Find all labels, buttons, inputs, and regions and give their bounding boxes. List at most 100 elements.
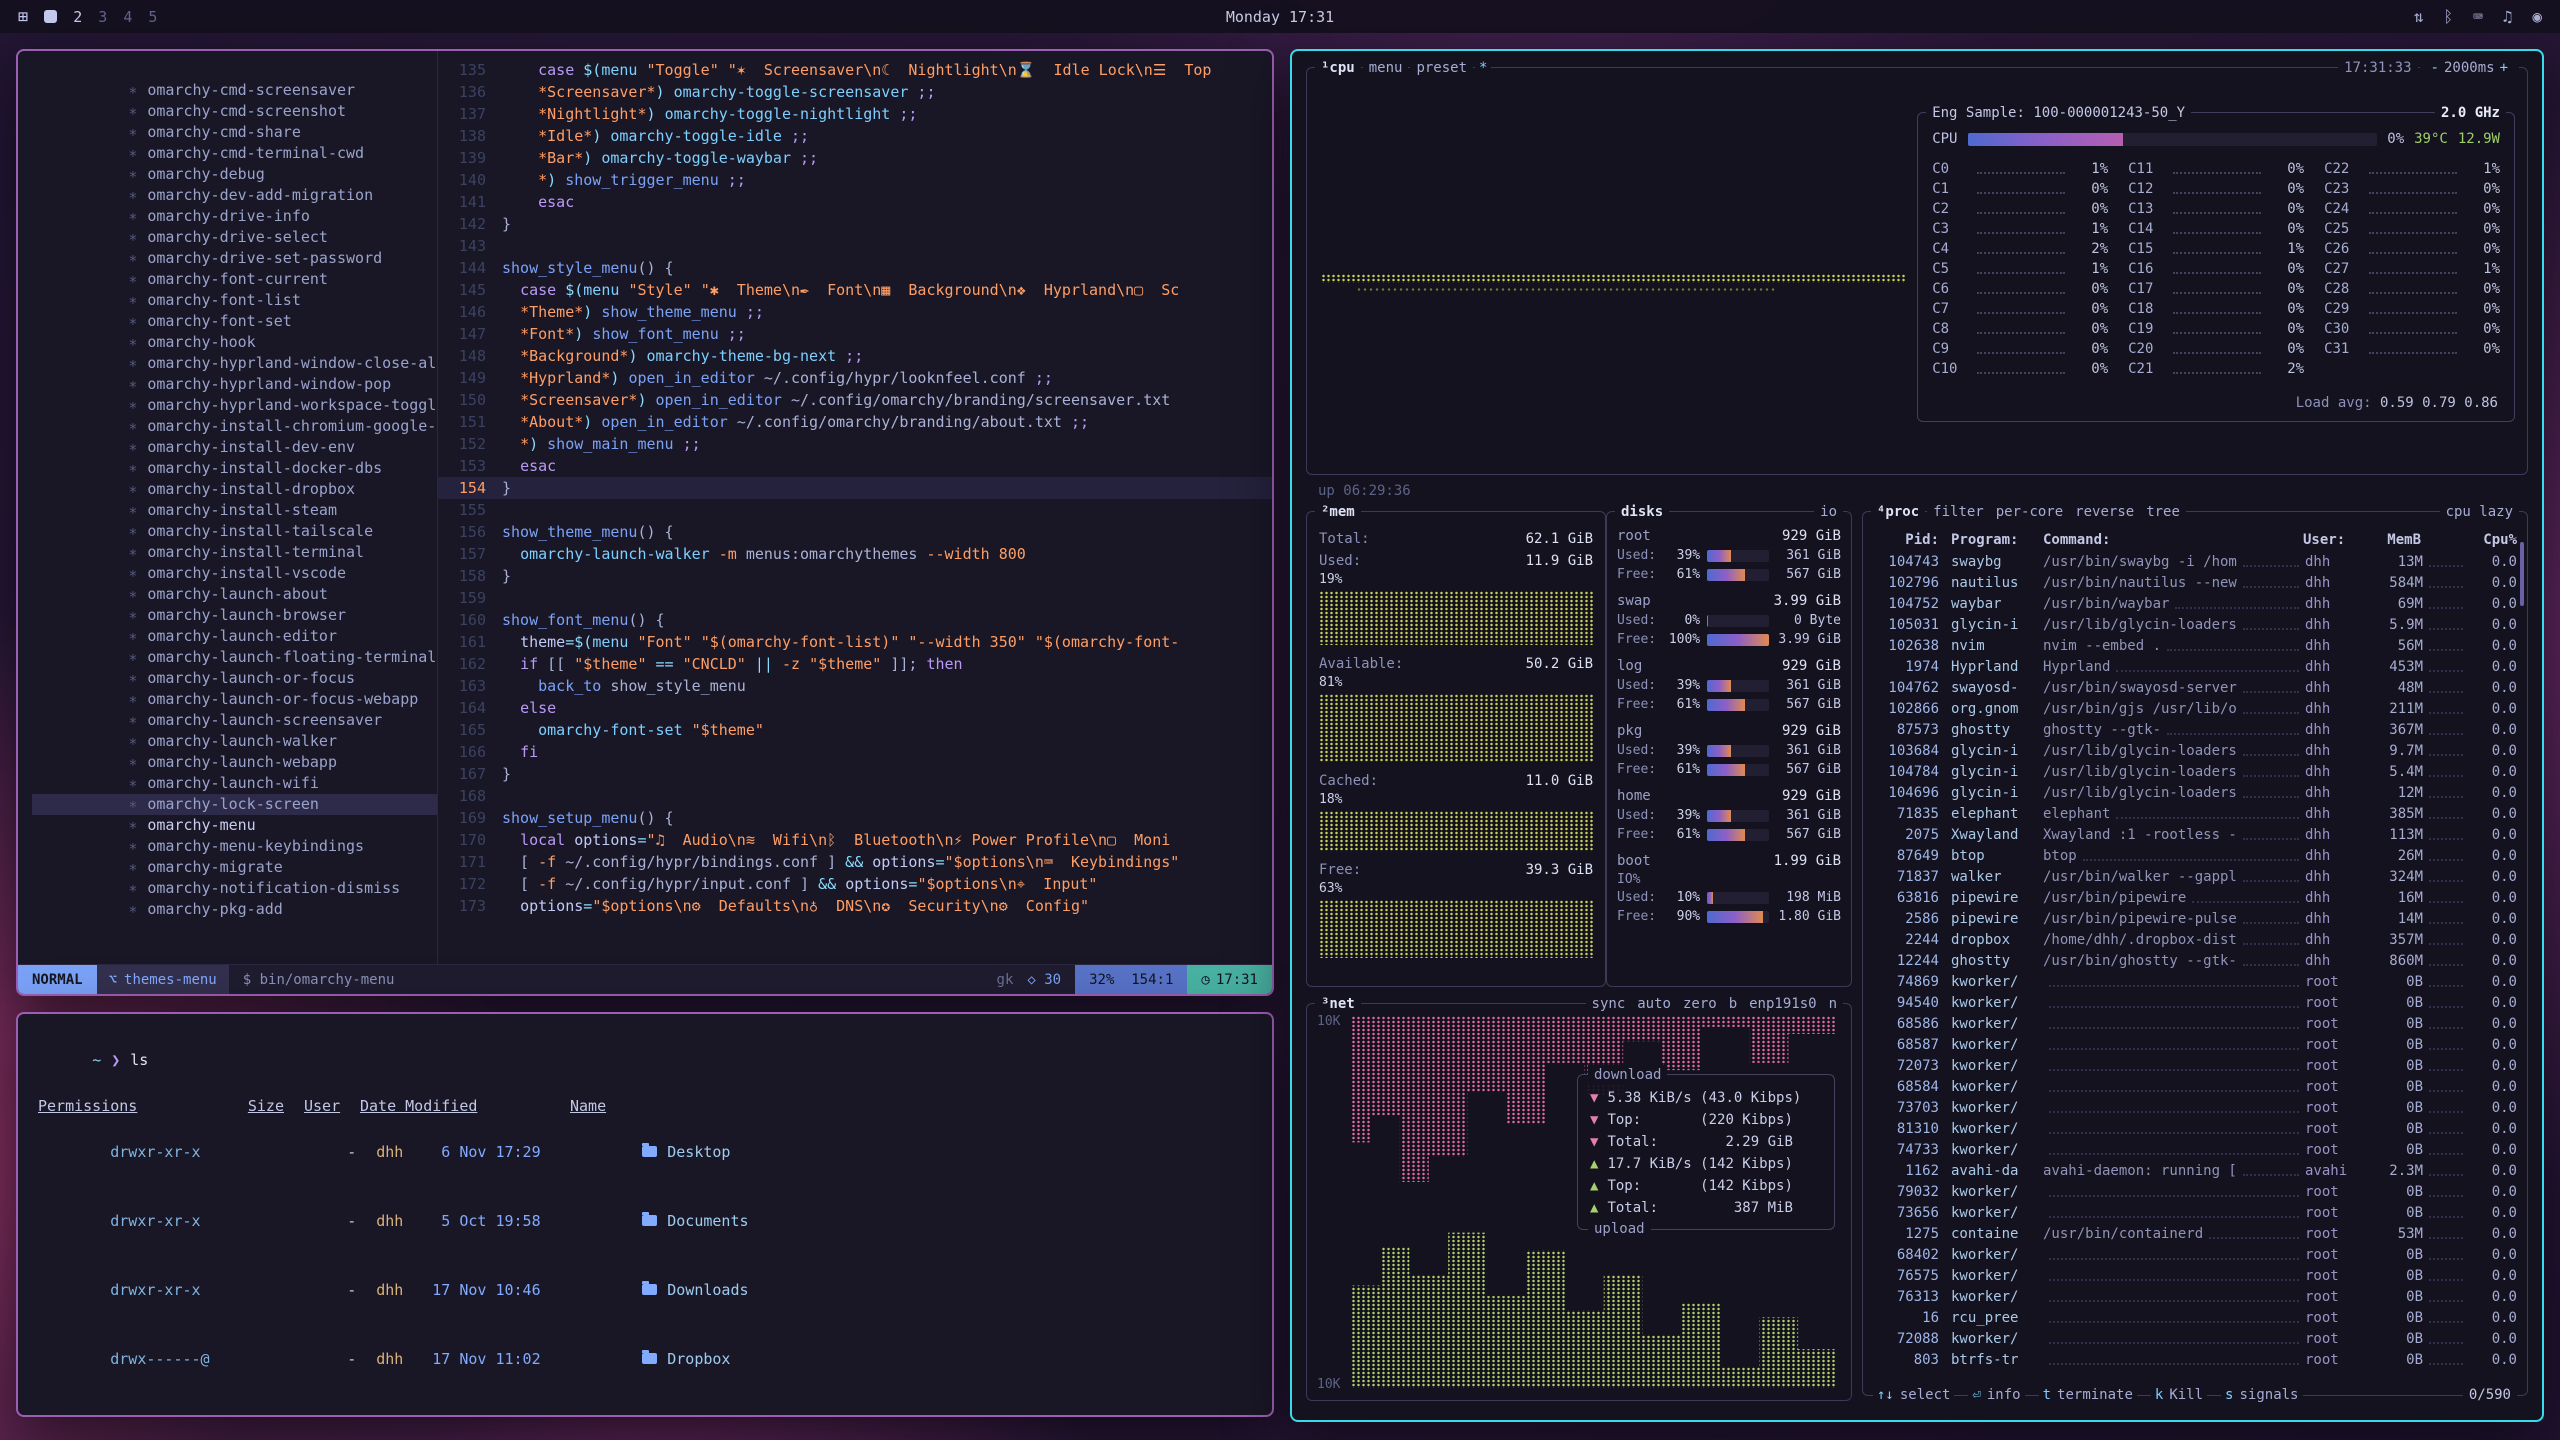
proc-option-button[interactable]: per-core (1990, 502, 2069, 522)
code-line[interactable]: 169show_setup_menu() { (438, 807, 1272, 829)
process-row[interactable]: 74869 kworker/ root 0B 0.0 (1873, 972, 2517, 993)
preset-button[interactable]: preset (1410, 58, 1473, 78)
process-row[interactable]: 104752 waybar /usr/bin/waybar dhh 69M 0.… (1873, 594, 2517, 615)
process-row[interactable]: 1162 avahi-da avahi-daemon: running [ av… (1873, 1161, 2517, 1182)
header-cpu[interactable]: Cpu% (2469, 532, 2517, 548)
process-row[interactable]: 2244 dropbox /home/dhh/.dropbox-dist dhh… (1873, 930, 2517, 951)
code-line[interactable]: 152 *) show_main_menu ;; (438, 433, 1272, 455)
proc-option-button[interactable]: tree (2140, 502, 2186, 522)
process-row[interactable]: 73703 kworker/ root 0B 0.0 (1873, 1098, 2517, 1119)
process-row[interactable]: 76575 kworker/ root 0B 0.0 (1873, 1266, 2517, 1287)
code-line[interactable]: 139 *Bar*) omarchy-toggle-waybar ;; (438, 147, 1272, 169)
code-line[interactable]: 138 *Idle*) omarchy-toggle-idle ;; (438, 125, 1272, 147)
interval-plus-button[interactable]: + (2495, 60, 2513, 76)
header-pid[interactable]: Pid: (1873, 532, 1939, 548)
process-row[interactable]: 102796 nautilus /usr/bin/nautilus --new … (1873, 573, 2517, 594)
process-row[interactable]: 104762 swayosd- /usr/bin/swayosd-server … (1873, 678, 2517, 699)
header-user[interactable]: User: (2303, 532, 2365, 548)
keyboard-icon[interactable]: ⌨ (2473, 7, 2483, 26)
code-line[interactable]: 154} (438, 477, 1272, 499)
process-row[interactable]: 104696 glycin-i /usr/lib/glycin-loaders … (1873, 783, 2517, 804)
process-row[interactable]: 2586 pipewire /usr/bin/pipewire-pulse dh… (1873, 909, 2517, 930)
disks-box-title[interactable]: disks (1615, 502, 1669, 522)
code-line[interactable]: 161 theme=$(menu "Font" "$(omarchy-font-… (438, 631, 1272, 653)
process-row[interactable]: 94540 kworker/ root 0B 0.0 (1873, 993, 2517, 1014)
process-row[interactable]: 1974 Hyprland Hyprland dhh 453M 0.0 (1873, 657, 2517, 678)
bluetooth-icon[interactable]: ᛒ (2443, 7, 2453, 26)
header-program[interactable]: Program: (1939, 532, 2043, 548)
code-line[interactable]: 146 *Theme*) show_theme_menu ;; (438, 301, 1272, 323)
header-command[interactable]: Command: (2043, 532, 2110, 548)
code-line[interactable]: 164 else (438, 697, 1272, 719)
code-line[interactable]: 158} (438, 565, 1272, 587)
screenshare-icon[interactable]: ⇅ (2414, 7, 2424, 26)
proc-box-title[interactable]: ⁴proc (1871, 502, 1925, 522)
code-line[interactable]: 147 *Font*) show_font_menu ;; (438, 323, 1272, 345)
process-row[interactable]: 103684 glycin-i /usr/lib/glycin-loaders … (1873, 741, 2517, 762)
code-line[interactable]: 172 [ -f ~/.config/hypr/input.conf ] && … (438, 873, 1272, 895)
code-line[interactable]: 160show_font_menu() { (438, 609, 1272, 631)
proc-action-button[interactable]: tterminate (2039, 1385, 2137, 1405)
file-item[interactable]: ∗omarchy-cmd-screensaver (32, 59, 437, 80)
process-row[interactable]: 16 rcu_pree root 0B 0.0 (1873, 1308, 2517, 1329)
code-line[interactable]: 151 *About*) open_in_editor ~/.config/om… (438, 411, 1272, 433)
code-line[interactable]: 149 *Hyprland*) open_in_editor ~/.config… (438, 367, 1272, 389)
process-row[interactable]: 2075 Xwayland Xwayland :1 -rootless - dh… (1873, 825, 2517, 846)
code-line[interactable]: 150 *Screensaver*) open_in_editor ~/.con… (438, 389, 1272, 411)
code-line[interactable]: 171 [ -f ~/.config/hypr/bindings.conf ] … (438, 851, 1272, 873)
process-row[interactable]: 74733 kworker/ root 0B 0.0 (1873, 1140, 2517, 1161)
proc-scrollbar[interactable] (2520, 542, 2524, 606)
process-row[interactable]: 63816 pipewire /usr/bin/pipewire dhh 16M… (1873, 888, 2517, 909)
code-line[interactable]: 173 options="$options\n⚙ Defaults\n♁ DNS… (438, 895, 1272, 917)
workspace-button[interactable]: 5 (148, 8, 157, 26)
process-row[interactable]: 76313 kworker/ root 0B 0.0 (1873, 1287, 2517, 1308)
process-row[interactable]: 87649 btop btop dhh 26M 0.0 (1873, 846, 2517, 867)
code-line[interactable]: 165 omarchy-font-set "$theme" (438, 719, 1272, 741)
code-line[interactable]: 145 case $(menu "Style" "✱ Theme\n✒ Font… (438, 279, 1272, 301)
proc-action-button[interactable]: ↑↓select (1873, 1385, 1954, 1405)
process-row[interactable]: 72088 kworker/ root 0B 0.0 (1873, 1329, 2517, 1350)
process-row[interactable]: 68587 kworker/ root 0B 0.0 (1873, 1035, 2517, 1056)
code-line[interactable]: 155 (438, 499, 1272, 521)
process-row[interactable]: 71835 elephant elephant dhh 385M 0.0 (1873, 804, 2517, 825)
preset-star[interactable]: * (1475, 58, 1491, 78)
process-row[interactable]: 68586 kworker/ root 0B 0.0 (1873, 1014, 2517, 1035)
code-line[interactable]: 136 *Screensaver*) omarchy-toggle-screen… (438, 81, 1272, 103)
code-line[interactable]: 157 omarchy-launch-walker -m menus:omarc… (438, 543, 1272, 565)
code-line[interactable]: 140 *) show_trigger_menu ;; (438, 169, 1272, 191)
menu-button[interactable]: menu (1363, 58, 1409, 78)
process-row[interactable]: 104784 glycin-i /usr/lib/glycin-loaders … (1873, 762, 2517, 783)
process-row[interactable]: 73656 kworker/ root 0B 0.0 (1873, 1203, 2517, 1224)
mem-box-title[interactable]: ²mem (1315, 502, 1361, 522)
code-line[interactable]: 159 (438, 587, 1272, 609)
workspace-button[interactable]: 4 (123, 8, 132, 26)
header-mem[interactable]: MemB (2365, 532, 2421, 548)
proc-action-button[interactable]: ⏎info (1968, 1385, 2024, 1405)
code-line[interactable]: 156show_theme_menu() { (438, 521, 1272, 543)
sort-selector[interactable]: cpu lazy (2440, 502, 2519, 522)
process-row[interactable]: 803 btrfs-tr root 0B 0.0 (1873, 1350, 2517, 1371)
process-row[interactable]: 68584 kworker/ root 0B 0.0 (1873, 1077, 2517, 1098)
process-row[interactable]: 1275 containe /usr/bin/containerd root 5… (1873, 1224, 2517, 1245)
volume-icon[interactable]: ♫ (2503, 7, 2513, 26)
process-row[interactable]: 68402 kworker/ root 0B 0.0 (1873, 1245, 2517, 1266)
process-row[interactable]: 79032 kworker/ root 0B 0.0 (1873, 1182, 2517, 1203)
git-branch[interactable]: ⌥themes-menu (97, 965, 229, 994)
code-line[interactable]: 137 *Nightlight*) omarchy-toggle-nightli… (438, 103, 1272, 125)
process-row[interactable]: 105031 glycin-i /usr/lib/glycin-loaders … (1873, 615, 2517, 636)
proc-option-button[interactable]: filter (1927, 502, 1990, 522)
code-line[interactable]: 144show_style_menu() { (438, 257, 1272, 279)
process-row[interactable]: 104743 swaybg /usr/bin/swaybg -i /hom dh… (1873, 552, 2517, 573)
code-line[interactable]: 153 esac (438, 455, 1272, 477)
interval-minus-button[interactable]: - (2426, 60, 2444, 76)
process-row[interactable]: 102866 org.gnom /usr/bin/gjs /usr/lib/o … (1873, 699, 2517, 720)
code-line[interactable]: 168 (438, 785, 1272, 807)
code-line[interactable]: 143 (438, 235, 1272, 257)
code-line[interactable]: 170 local options="♫ Audio\n≋ Wifi\nᛒ Bl… (438, 829, 1272, 851)
code-line[interactable]: 142} (438, 213, 1272, 235)
code-line[interactable]: 163 back_to show_style_menu (438, 675, 1272, 697)
process-row[interactable]: 102638 nvim nvim --embed . dhh 56M 0.0 (1873, 636, 2517, 657)
code-line[interactable]: 166 fi (438, 741, 1272, 763)
workspace-1-active[interactable] (44, 10, 57, 23)
power-icon[interactable]: ◉ (2532, 7, 2542, 26)
